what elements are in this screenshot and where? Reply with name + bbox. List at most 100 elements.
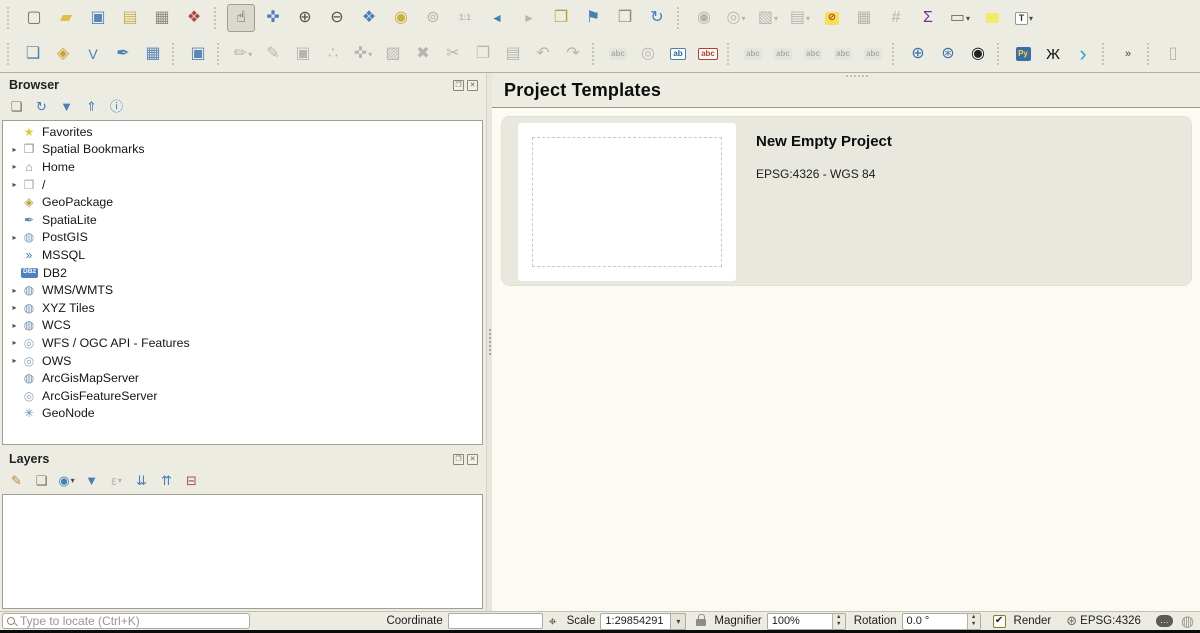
expander-icon[interactable]: ▸ [8, 180, 21, 189]
plugin-bug-button[interactable]: Ж [1039, 40, 1067, 68]
collapse-all-button[interactable]: ⇑ [81, 96, 102, 117]
browser-item-favorites[interactable]: ★Favorites [3, 123, 482, 141]
style-manager-button[interactable]: ❖ [180, 4, 208, 32]
magnifier-spin-buttons[interactable]: ▲▼ [832, 614, 845, 629]
filter-legend-button[interactable]: ▼ [81, 470, 102, 491]
expander-icon[interactable]: ▸ [8, 338, 21, 347]
render-checkbox[interactable]: ✔ [993, 615, 1006, 628]
search-layers-button[interactable]: ◉ [964, 40, 992, 68]
layers-float-button[interactable]: ❐ [453, 454, 464, 465]
pan-to-selection-button[interactable]: ✜ [259, 4, 287, 32]
expander-icon[interactable]: ▸ [8, 145, 21, 154]
spin-down-icon[interactable]: ▼ [836, 622, 841, 628]
expander-icon[interactable]: ▸ [8, 356, 21, 365]
locate-input[interactable] [15, 614, 249, 628]
remove-layer-button[interactable]: ⊟ [181, 470, 202, 491]
extents-icon[interactable]: ⌖ [549, 613, 557, 630]
zoom-to-selection-button[interactable]: ◉ [387, 4, 415, 32]
processing-toolbox-button[interactable]: › [1069, 40, 1097, 68]
expander-icon[interactable]: ▸ [8, 286, 21, 295]
new-virtual-layer-button[interactable]: ▦ [139, 40, 167, 68]
layers-close-button[interactable]: ✕ [467, 454, 478, 465]
scale-value[interactable]: 1:29854291 [600, 613, 670, 630]
zoom-out-button[interactable]: ⊖ [323, 4, 351, 32]
highlight-pinned-labels-button[interactable]: abc [694, 40, 722, 68]
filter-browser-button[interactable]: ▼ [56, 96, 77, 117]
measure-button[interactable]: ▭▾ [946, 4, 974, 32]
new-spatial-bookmark-button[interactable]: ❐ [547, 4, 575, 32]
statistical-summary-button[interactable]: Σ [914, 4, 942, 32]
browser-item-postgis[interactable]: ▸◍PostGIS [3, 229, 482, 247]
crs-globe-icon[interactable]: ⊛ [1066, 613, 1077, 629]
browser-item-arcgisfeatureserver[interactable]: ◎ArcGisFeatureServer [3, 387, 482, 405]
zoom-full-button[interactable]: ❖ [355, 4, 383, 32]
scale-dropdown-button[interactable]: ▾ [670, 613, 686, 630]
new-shapefile-layer-button[interactable]: V [79, 40, 107, 68]
browser-item-xyz-tiles[interactable]: ▸◍XYZ Tiles [3, 299, 482, 317]
browser-item-db2[interactable]: DB2DB2 [3, 264, 482, 282]
refresh-map-button[interactable]: ↻ [643, 4, 671, 32]
magnifier-value[interactable]: 100% [768, 614, 832, 629]
toolbar-overflow-button[interactable]: » [1114, 40, 1142, 68]
spin-down-icon[interactable]: ▼ [971, 622, 976, 628]
new-temporary-scratch-layer-button[interactable]: ▣ [184, 40, 212, 68]
browser-item-geonode[interactable]: ✳GeoNode [3, 405, 482, 423]
project-template-card[interactable]: New Empty Project EPSG:4326 - WGS 84 [501, 116, 1192, 286]
text-annotation-button[interactable]: T▾ [1010, 4, 1038, 32]
expander-icon[interactable]: ▸ [8, 162, 21, 171]
open-project-button[interactable]: ▰ [52, 4, 80, 32]
spin-up-icon[interactable]: ▲ [836, 615, 841, 621]
map-tips-button[interactable] [978, 4, 1006, 32]
browser-item-spatial-bookmarks[interactable]: ▸❐Spatial Bookmarks [3, 141, 482, 159]
properties-info-button[interactable]: ⓘ [106, 96, 127, 117]
rotation-spinbox[interactable]: 0.0 ° ▲▼ [902, 613, 981, 630]
new-project-button[interactable]: ▢ [20, 4, 48, 32]
pin-labels-button[interactable]: ab [664, 40, 692, 68]
add-selected-layers-button[interactable]: ❏ [6, 96, 27, 117]
rotation-spin-buttons[interactable]: ▲▼ [967, 614, 980, 629]
metasearch-catalog-button[interactable]: ⊛ [934, 40, 962, 68]
expand-all-button[interactable]: ⇊ [131, 470, 152, 491]
browser-close-button[interactable]: ✕ [467, 80, 478, 91]
browser-item-wcs[interactable]: ▸◍WCS [3, 317, 482, 335]
browser-item-home[interactable]: ▸⌂Home [3, 158, 482, 176]
messages-icon[interactable]: … [1156, 615, 1173, 627]
browser-item-mssql[interactable]: »MSSQL [3, 246, 482, 264]
browser-item-[interactable]: ▸❒/ [3, 176, 482, 194]
show-spatial-bookmarks-button[interactable]: ⚑ [579, 4, 607, 32]
crs-value[interactable]: EPSG:4326 [1080, 615, 1141, 627]
expander-icon[interactable]: ▸ [8, 303, 21, 312]
lock-scale-icon[interactable] [696, 619, 706, 626]
new-geopackage-layer-button[interactable]: ◈ [49, 40, 77, 68]
new-print-layout-button[interactable]: ▤ [116, 4, 144, 32]
browser-item-geopackage[interactable]: ◈GeoPackage [3, 193, 482, 211]
save-project-button[interactable]: ▣ [84, 4, 112, 32]
main-splitter-handle[interactable] [846, 75, 868, 77]
add-group-button[interactable]: ❏ [31, 470, 52, 491]
new-spatialite-layer-button[interactable]: ✒ [109, 40, 137, 68]
browser-float-button[interactable]: ❐ [453, 80, 464, 91]
expander-icon[interactable]: ▸ [8, 321, 21, 330]
deselect-all-button[interactable]: ⊘ [818, 4, 846, 32]
python-console-button[interactable]: Py [1009, 40, 1037, 68]
scale-combo[interactable]: 1:29854291 ▾ [600, 613, 686, 630]
metasearch-add-service-button[interactable]: ⊕ [904, 40, 932, 68]
browser-item-arcgismapserver[interactable]: ◍ArcGisMapServer [3, 369, 482, 387]
show-layout-manager-button[interactable]: ▦ [148, 4, 176, 32]
zoom-in-button[interactable]: ⊕ [291, 4, 319, 32]
browser-item-wms-wmts[interactable]: ▸◍WMS/WMTS [3, 281, 482, 299]
manage-map-themes-button[interactable]: ◉▾ [56, 470, 77, 491]
refresh-browser-button[interactable]: ↻ [31, 96, 52, 117]
coordinate-input[interactable] [448, 613, 543, 629]
pan-map-button[interactable]: ☝ [227, 4, 255, 32]
spin-up-icon[interactable]: ▲ [971, 615, 976, 621]
magnifier-spinbox[interactable]: 100% ▲▼ [767, 613, 846, 630]
collapse-all-layers-button[interactable]: ⇈ [156, 470, 177, 491]
zoom-last-button[interactable]: ◄ [483, 4, 511, 32]
browser-item-ows[interactable]: ▸◎OWS [3, 352, 482, 370]
expander-icon[interactable]: ▸ [8, 233, 21, 242]
open-layer-styling-button[interactable]: ✎ [6, 470, 27, 491]
bookmark-manager-button[interactable]: ❒ [611, 4, 639, 32]
locate-search[interactable] [2, 613, 250, 629]
rotation-value[interactable]: 0.0 ° [903, 614, 967, 629]
